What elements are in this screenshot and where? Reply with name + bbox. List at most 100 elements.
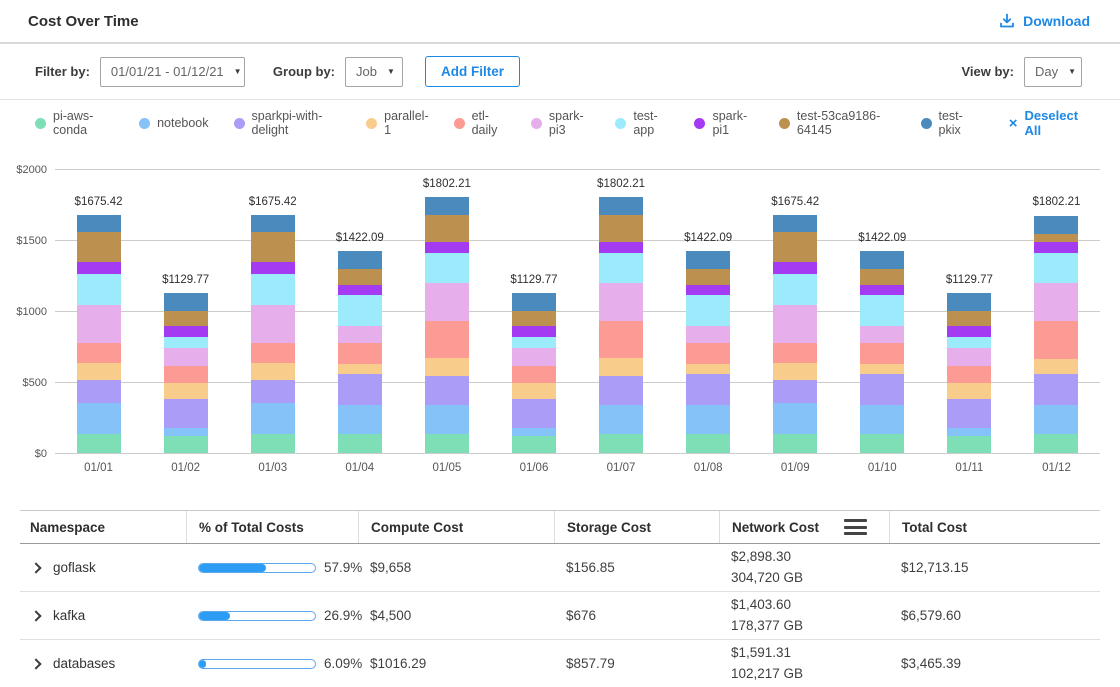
bar-segment-sparkpi-with-delight [947,399,991,428]
percent-cell: 26.9% [186,608,358,623]
bar-segment-etl-daily [338,343,382,364]
table-row-databases[interactable]: databases 6.09% $1016.29 $857.79 $1,591.… [20,640,1100,687]
group-by-dropdown[interactable]: Job ▼ [345,57,403,87]
x-tick-label: 01/03 [258,462,287,474]
bar-total-label: $1422.09 [858,232,906,244]
bar-segment-etl-daily [773,343,817,364]
bar-segment-sparkpi-with-delight [860,374,904,405]
cost-over-time-panel: Cost Over Time Download Filter by: 01/01… [0,0,1120,687]
bar-segment-test-app [251,274,295,305]
legend-item-spark-pi3[interactable]: spark-pi3 [531,109,590,137]
download-label: Download [1023,13,1090,29]
gridline [55,382,1100,383]
bar-segment-pi-aws-conda [512,436,556,453]
x-tick-label: 01/10 [868,462,897,474]
network-cost-value: $1,591.31 [731,643,877,664]
legend-item-test-53ca9186-64145[interactable]: test-53ca9186-64145 [779,109,896,137]
group-by-value: Job [356,64,377,79]
bar-segment-notebook [860,405,904,434]
legend-item-sparkpi-with-delight[interactable]: sparkpi-with-delight [234,109,342,137]
bar-segment-test-pkix [860,251,904,269]
download-button[interactable]: Download [999,13,1090,29]
bar-segment-sparkpi-with-delight [1034,374,1078,405]
view-by-dropdown[interactable]: Day ▼ [1024,57,1082,87]
table-row-goflask[interactable]: goflask 57.9% $9,658 $156.85 $2,898.30 3… [20,544,1100,592]
bar-segment-parallel-1 [251,363,295,380]
storage-cost-cell: $676 [554,608,719,623]
legend-label: test-pkix [939,109,976,137]
stacked-bar-01/05 [425,197,469,453]
table-row-kafka[interactable]: kafka 26.9% $4,500 $676 $1,403.60 178,37… [20,592,1100,640]
chevron-down-icon: ▼ [1068,67,1076,76]
chevron-right-icon[interactable] [30,658,41,669]
column-header-percent: % of Total Costs [186,511,358,543]
x-tick-label: 01/02 [171,462,200,474]
compute-cost-cell: $4,500 [358,608,554,623]
legend-item-notebook[interactable]: notebook [139,116,208,130]
deselect-all-label: Deselect All [1025,108,1085,138]
bar-segment-notebook [164,428,208,436]
bar-segment-spark-pi3 [425,283,469,321]
x-tick-label: 01/04 [345,462,374,474]
stacked-bar-01/11 [947,293,991,453]
group-by-label: Group by: [273,64,335,79]
bar-segment-spark-pi1 [251,262,295,274]
bar-segment-spark-pi1 [860,285,904,295]
chevron-right-icon[interactable] [30,610,41,621]
view-by-label: View by: [961,64,1014,79]
bar-segment-spark-pi3 [947,348,991,366]
bar-segment-notebook [338,405,382,434]
percent-value: 6.09% [324,656,362,671]
legend-item-spark-pi1[interactable]: spark-pi1 [694,109,753,137]
bar-segment-etl-daily [512,366,556,384]
chevron-down-icon: ▼ [387,67,395,76]
bar-segment-test-53ca9186-64145 [1034,234,1078,242]
bar-total-label: $1802.21 [597,178,645,190]
legend-item-test-app[interactable]: test-app [615,109,669,137]
legend-item-test-pkix[interactable]: test-pkix [921,109,976,137]
bar-segment-test-app [512,337,556,348]
compute-cost-cell: $9,658 [358,560,554,575]
bar-segment-test-53ca9186-64145 [860,269,904,284]
legend-item-parallel-1[interactable]: parallel-1 [366,109,428,137]
total-cost-cell: $6,579.60 [889,608,1100,623]
percent-value: 57.9% [324,560,362,575]
stacked-bar-01/08 [686,251,730,453]
column-menu-icon[interactable] [844,519,867,535]
bar-segment-test-app [686,295,730,326]
bar-segment-pi-aws-conda [947,436,991,453]
legend-item-pi-aws-conda[interactable]: pi-aws-conda [35,109,114,137]
legend-item-etl-daily[interactable]: etl-daily [454,109,506,137]
legend-swatch [139,118,150,129]
legend-label: pi-aws-conda [53,109,114,137]
bar-segment-parallel-1 [425,358,469,376]
bar-segment-test-53ca9186-64145 [512,311,556,326]
bar-total-label: $1802.21 [1032,196,1080,208]
gridline [55,169,1100,170]
progress-fill [199,660,206,668]
bar-segment-parallel-1 [77,363,121,380]
deselect-all-button[interactable]: × Deselect All [1009,108,1085,138]
page-title: Cost Over Time [28,13,139,30]
bar-segment-spark-pi1 [773,262,817,274]
bar-segment-pi-aws-conda [599,434,643,453]
bar-segment-test-53ca9186-64145 [251,232,295,261]
bar-total-label: $1129.77 [946,274,993,286]
percent-cell: 6.09% [186,656,358,671]
table-header-row: Namespace % of Total Costs Compute Cost … [20,510,1100,544]
chevron-right-icon[interactable] [30,562,41,573]
date-range-dropdown[interactable]: 01/01/21 - 01/12/21 ▼ [100,57,245,87]
bar-segment-notebook [425,405,469,434]
namespace-cell: databases [20,656,186,671]
legend-swatch [366,118,377,129]
legend-label: test-53ca9186-64145 [797,109,896,137]
percent-progress-bar [198,659,316,669]
bar-segment-test-pkix [599,197,643,215]
x-tick-label: 01/09 [781,462,810,474]
bar-segment-spark-pi3 [338,326,382,343]
bar-segment-spark-pi1 [338,285,382,295]
bar-segment-test-pkix [164,293,208,311]
bar-segment-sparkpi-with-delight [77,380,121,402]
y-tick-label: $2000 [16,164,47,176]
add-filter-button[interactable]: Add Filter [425,56,520,87]
